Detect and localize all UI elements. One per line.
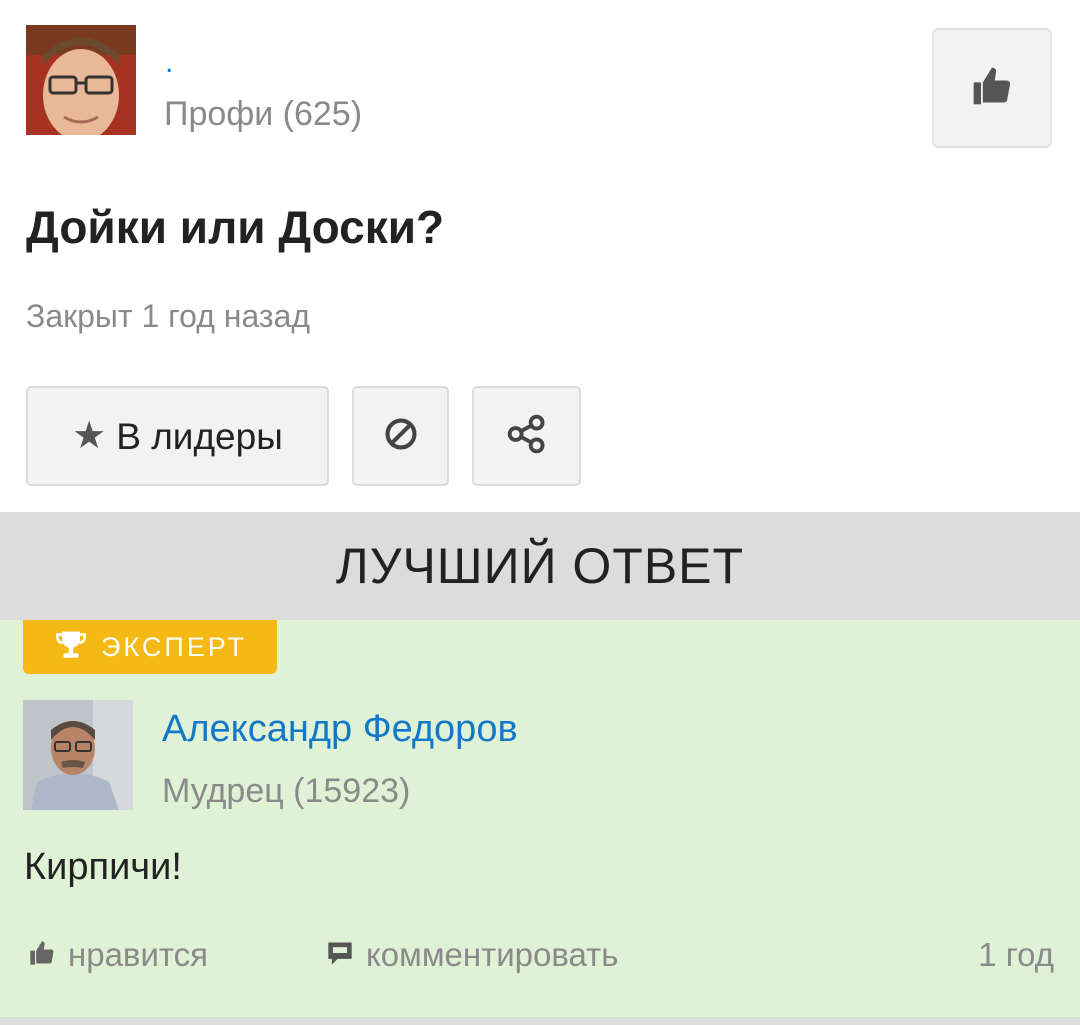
like-icon xyxy=(970,64,1014,113)
like-question-button[interactable] xyxy=(932,28,1052,148)
star-icon: ★ xyxy=(72,415,107,457)
bottom-divider xyxy=(0,1017,1080,1025)
answer-author-name[interactable]: Александр Федоров xyxy=(162,706,518,752)
answer-text: Кирпичи! xyxy=(24,846,182,888)
best-answer-header: ЛУЧШИЙ ОТВЕТ xyxy=(0,512,1080,620)
report-button[interactable] xyxy=(352,386,449,486)
expert-badge-label: ЭКСПЕРТ xyxy=(101,631,248,662)
expert-badge: ЭКСПЕРТ xyxy=(23,620,277,674)
question-title: Дойки или Доски? xyxy=(26,201,445,253)
answer-comment-label: комментировать xyxy=(366,936,619,973)
best-answer-card: ЭКСПЕРТ Александр Федоров Мудрец (15923)… xyxy=(0,620,1080,1018)
answer-time: 1 год xyxy=(978,936,1054,973)
answer-author-avatar[interactable] xyxy=(23,700,133,810)
question-author-avatar[interactable] xyxy=(26,25,136,135)
share-button[interactable] xyxy=(472,386,581,486)
answer-actions: нравится комментировать 1 год xyxy=(0,930,1080,980)
question-author-rank: Профи (625) xyxy=(164,95,363,133)
answer-like-button[interactable]: нравится xyxy=(28,930,208,980)
block-icon xyxy=(382,415,420,458)
question-card: . Профи (625) Дойки или Доски? Закрыт 1 … xyxy=(0,0,1080,512)
question-author-name[interactable]: . xyxy=(165,46,173,80)
to-leaders-button[interactable]: ★ В лидеры xyxy=(26,386,329,486)
comment-icon xyxy=(326,939,354,972)
answer-author-rank: Мудрец (15923) xyxy=(162,772,411,810)
share-icon xyxy=(506,413,548,460)
best-answer-header-label: ЛУЧШИЙ ОТВЕТ xyxy=(335,538,745,594)
like-icon xyxy=(28,939,56,972)
to-leaders-label: В лидеры xyxy=(116,415,283,457)
question-status: Закрыт 1 год назад xyxy=(26,298,311,334)
answer-comment-button[interactable]: комментировать xyxy=(326,930,618,980)
answer-like-label: нравится xyxy=(68,936,209,973)
trophy-icon xyxy=(53,627,89,668)
